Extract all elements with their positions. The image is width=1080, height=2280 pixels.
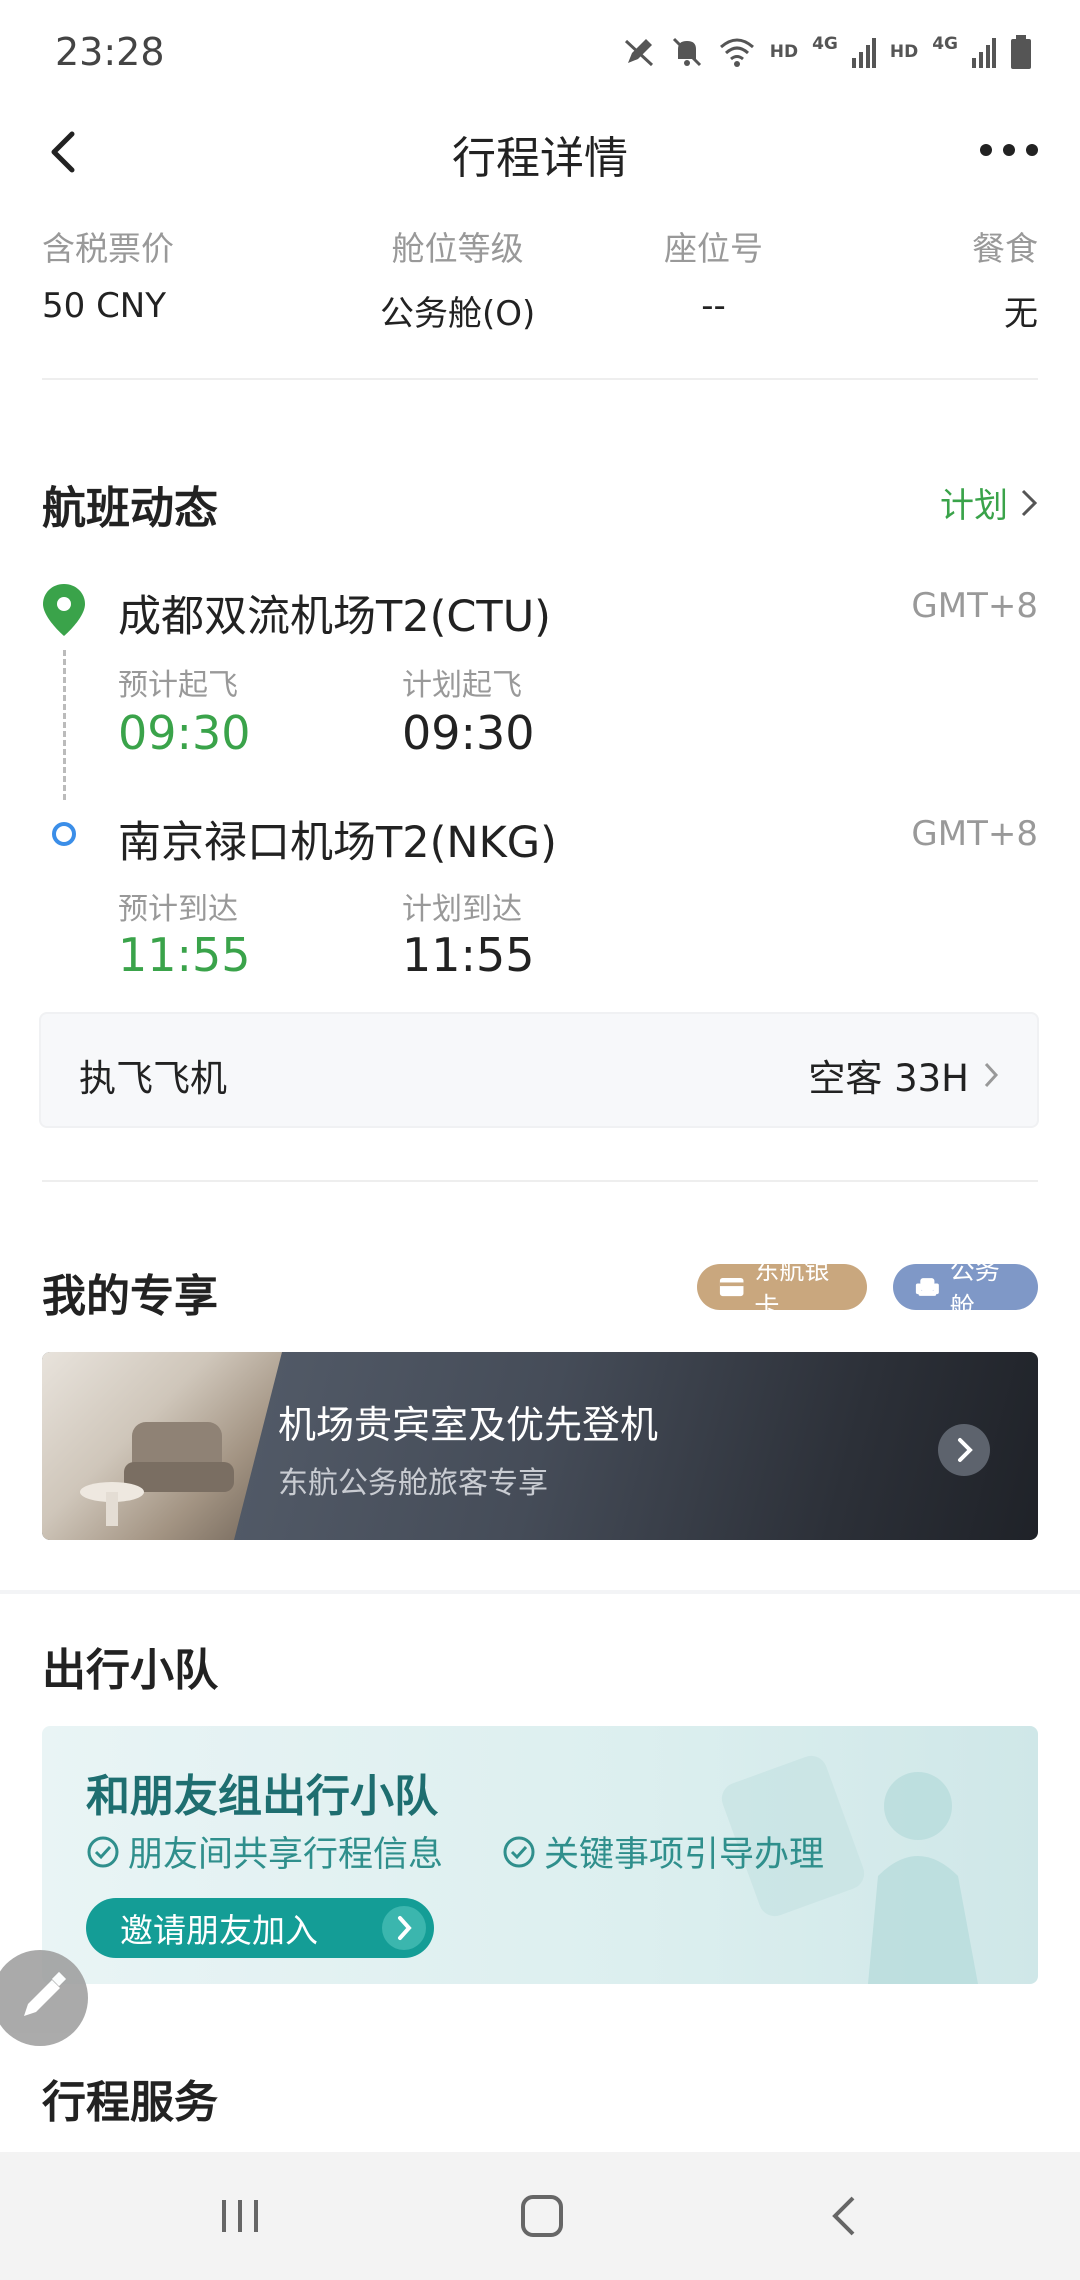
- status-bar: 23:28 HD 4G HD 4G: [0, 0, 1080, 100]
- status-time: 23:28: [55, 30, 165, 74]
- invite-friends-button[interactable]: 邀请朋友加入: [86, 1898, 434, 1958]
- arrival-timezone: GMT+8: [911, 814, 1038, 854]
- departure-timezone: GMT+8: [911, 586, 1038, 626]
- fare-value: 50 CNY: [42, 286, 167, 326]
- lounge-arrow-button[interactable]: [938, 1424, 990, 1476]
- cabin-class-label: 舱位等级: [391, 229, 524, 268]
- check-circle-icon: [503, 1836, 535, 1867]
- seat-icon: [915, 1278, 939, 1296]
- aircraft-value-wrap: 空客 33H: [808, 1048, 999, 1102]
- lounge-image: [42, 1352, 282, 1540]
- business-class-badge: 公务舱: [893, 1256, 1038, 1321]
- squad-feature-1: 朋友间共享行程信息: [86, 1826, 443, 1877]
- network-label: 4G: [812, 34, 838, 54]
- seat-label: 座位号: [664, 229, 763, 268]
- cabin-class-info: 舱位等级 公务舱(O): [380, 222, 535, 335]
- departure-pin-icon: [43, 584, 85, 636]
- status-icons: HD 4G HD 4G: [622, 30, 1032, 74]
- divider: [42, 378, 1038, 380]
- chevron-right-icon: [984, 1062, 999, 1088]
- squad-feature-2-label: 关键事项引导办理: [544, 1835, 825, 1875]
- pencil-icon: [24, 1971, 67, 2016]
- home-icon[interactable]: [512, 2186, 572, 2246]
- mute-icon: [672, 37, 701, 67]
- scheduled-departure-label: 计划起飞: [402, 668, 522, 703]
- chevron-right-icon: [1021, 489, 1038, 516]
- estimated-arrival-label: 预计到达: [118, 892, 238, 927]
- card-icon: [719, 1277, 744, 1297]
- seat-value: --: [701, 286, 726, 326]
- signal-icon: [851, 38, 876, 68]
- divider: [42, 1180, 1038, 1182]
- aircraft-value: 空客 33H: [808, 1057, 969, 1100]
- back-nav-icon[interactable]: [815, 2186, 875, 2246]
- signal-icon: [972, 38, 996, 68]
- page-title: 行程详情: [452, 133, 628, 184]
- cabin-class-value: 公务舱(O): [380, 294, 536, 334]
- arrival-airport: 南京禄口机场T2(NKG): [118, 818, 557, 868]
- floating-edit-button[interactable]: [0, 1950, 88, 2046]
- invite-arrow: [382, 1906, 426, 1950]
- squad-feature-2: 关键事项引导办理: [502, 1826, 824, 1877]
- scheduled-arrival-time: 11:55: [402, 928, 535, 982]
- top-app-bar: 行程详情: [0, 100, 1080, 200]
- more-options-icon[interactable]: [974, 130, 1044, 170]
- meal-label: 餐食: [972, 229, 1038, 268]
- squad-feature-1-label: 朋友间共享行程信息: [128, 1835, 444, 1875]
- flight-status-title: 航班动态: [42, 483, 218, 534]
- hd-label: HD: [889, 42, 919, 62]
- lounge-priority-card[interactable]: 机场贵宾室及优先登机 东航公务舱旅客专享: [42, 1352, 1038, 1540]
- wifi-icon: [719, 38, 754, 67]
- estimated-departure-label: 预计起飞: [118, 668, 238, 703]
- estimated-arrival-time: 11:55: [118, 928, 251, 982]
- meal-info: 餐食 无: [972, 222, 1038, 335]
- chevron-right-icon: [958, 1438, 973, 1462]
- squad-card-title: 和朋友组出行小队: [86, 1771, 438, 1822]
- plan-link-label: 计划: [940, 486, 1008, 526]
- lounge-chair-icon: [80, 1422, 234, 1526]
- route-connector: [63, 650, 66, 800]
- squad-card[interactable]: 和朋友组出行小队 朋友间共享行程信息 关键事项引导办理 邀请朋友加入: [42, 1726, 1038, 1984]
- silver-card-badge-label: 东航银卡: [754, 1256, 830, 1321]
- pen-icon: [624, 39, 653, 67]
- plan-link[interactable]: 计划: [940, 478, 1038, 527]
- ticket-info: 含税票价 50 CNY 舱位等级 公务舱(O) 座位号 -- 餐食 无: [42, 222, 1038, 335]
- scheduled-arrival-label: 计划到达: [402, 892, 522, 927]
- aircraft-label: 执飞飞机: [79, 1057, 227, 1100]
- check-circle-icon: [87, 1836, 119, 1867]
- lounge-subtitle: 东航公务舱旅客专享: [278, 1466, 548, 1501]
- network-label: 4G: [932, 34, 958, 54]
- chevron-right-icon: [398, 1916, 412, 1940]
- arrival-dot-icon: [52, 822, 76, 846]
- meal-value: 无: [1004, 294, 1038, 334]
- invite-friends-label: 邀请朋友加入: [120, 1911, 318, 1950]
- battery-icon: [1011, 35, 1031, 69]
- perks-title: 我的专享: [42, 1271, 218, 1322]
- departure-airport: 成都双流机场T2(CTU): [118, 592, 551, 642]
- estimated-departure-time: 09:30: [118, 706, 251, 760]
- lounge-title: 机场贵宾室及优先登机: [278, 1403, 659, 1447]
- business-class-badge-label: 公务舱: [949, 1256, 1000, 1321]
- recent-apps-icon[interactable]: [210, 2186, 270, 2246]
- hd-label: HD: [769, 42, 799, 62]
- seat-info: 座位号 --: [664, 222, 763, 326]
- fare-info: 含税票价 50 CNY: [42, 222, 174, 326]
- squad-section-title: 出行小队: [42, 1645, 218, 1696]
- scheduled-departure-time: 09:30: [402, 706, 535, 760]
- section-divider: [0, 1590, 1080, 1594]
- aircraft-row[interactable]: 执飞飞机 空客 33H: [39, 1012, 1039, 1128]
- silver-card-badge: 东航银卡: [697, 1256, 867, 1321]
- trip-services-title: 行程服务: [42, 2077, 218, 2128]
- fare-label: 含税票价: [42, 229, 174, 268]
- system-nav-bar: [0, 2152, 1080, 2280]
